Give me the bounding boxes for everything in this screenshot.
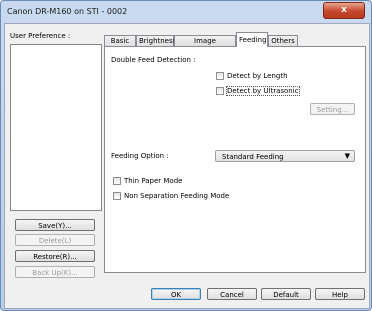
detect-by-ultrasonic-checkbox[interactable] xyxy=(216,87,224,95)
window-title: Canon DR-M160 on STI - 0002 xyxy=(7,7,128,16)
default-button[interactable]: Default xyxy=(261,288,311,300)
detect-by-ultrasonic-label[interactable]: Detect by Ultrasonic xyxy=(226,86,300,96)
ok-button[interactable]: OK xyxy=(151,288,201,300)
user-preference-label: User Preference : xyxy=(10,32,71,40)
tab-feeding[interactable]: Feeding xyxy=(236,32,268,47)
non-separation-feeding-checkbox[interactable] xyxy=(113,192,121,200)
feeding-option-label: Feeding Option : xyxy=(111,152,169,160)
user-preference-list[interactable] xyxy=(10,44,102,211)
tab-others[interactable]: Others xyxy=(268,35,298,46)
dialog-client-area: User Preference : Save(Y)... Delete(L) R… xyxy=(4,23,370,309)
cancel-button[interactable]: Cancel xyxy=(207,288,257,300)
detect-by-length-checkbox[interactable] xyxy=(216,72,224,80)
dialog-window: Canon DR-M160 on STI - 0002 x User Prefe… xyxy=(0,0,372,311)
thin-paper-mode-label[interactable]: Thin Paper Mode xyxy=(124,177,182,185)
double-feed-detection-label: Double Feed Detection : xyxy=(111,56,196,64)
delete-preference-button[interactable]: Delete(L) xyxy=(15,234,95,246)
dropdown-arrow-icon: ▼ xyxy=(344,152,350,160)
tab-brightness[interactable]: Brightness xyxy=(136,35,176,46)
help-button[interactable]: Help xyxy=(315,288,365,300)
close-icon: x xyxy=(341,5,347,15)
feeding-tab-panel: Double Feed Detection : Detect by Length… xyxy=(104,46,366,273)
restore-preference-button[interactable]: Restore(R)... xyxy=(15,250,95,262)
title-bar[interactable]: Canon DR-M160 on STI - 0002 x xyxy=(1,1,371,23)
ultrasonic-setting-button[interactable]: Setting... xyxy=(310,103,355,115)
close-button[interactable]: x xyxy=(323,2,365,19)
save-preference-button[interactable]: Save(Y)... xyxy=(15,219,95,231)
non-separation-feeding-label[interactable]: Non Separation Feeding Mode xyxy=(124,192,229,200)
feeding-option-value: Standard Feeding xyxy=(222,153,284,161)
detect-by-length-label[interactable]: Detect by Length xyxy=(227,72,288,80)
feeding-option-select[interactable]: Standard Feeding ▼ xyxy=(215,150,355,162)
tab-image-processing[interactable]: Image processing xyxy=(174,35,236,56)
backup-preference-button[interactable]: Back Up(K)... xyxy=(15,266,95,278)
thin-paper-mode-checkbox[interactable] xyxy=(113,177,121,185)
tab-basic[interactable]: Basic xyxy=(104,35,136,46)
